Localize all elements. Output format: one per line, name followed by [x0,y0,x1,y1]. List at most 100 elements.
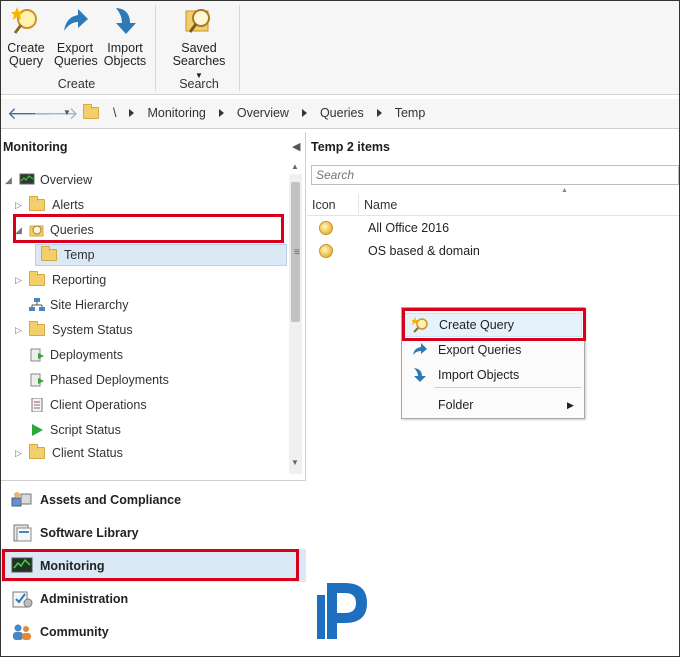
create-query-highlight-box [402,308,586,341]
workspace-administration[interactable]: Administration [1,582,306,615]
workspace-panel: Assets and Compliance Software Library M… [1,480,306,656]
search-group-label: Search [179,77,219,91]
tree-item-label: Script Status [50,423,121,437]
crumb-overview[interactable]: Overview [237,106,289,120]
workspace-label: Community [40,624,109,639]
expand-triangle-icon[interactable]: ▷ [15,325,25,336]
column-divider [358,194,359,214]
monitoring-highlight-box [2,549,299,581]
workspace-label: Assets and Compliance [40,492,182,507]
workspace-software-library[interactable]: Software Library [1,516,306,549]
import-objects-button[interactable]: Import Objects [103,5,147,68]
tree-item-phased-deployments[interactable]: Phased Deployments [29,369,169,391]
table-row[interactable]: All Office 2016 [307,217,679,239]
folder-icon [29,444,45,459]
crumb-chevron-icon[interactable] [376,109,382,117]
queries-highlight-box [13,214,284,243]
folder-icon [29,321,45,336]
tree-item-client-status[interactable]: ▷ Client Status [15,442,123,464]
row-name: All Office 2016 [368,221,450,235]
import-objects-label-2: Objects [103,54,147,68]
splitter-grip-icon[interactable]: ≡ [294,247,300,258]
tree-item-label: Phased Deployments [50,373,169,387]
workspace-community[interactable]: Community [1,615,306,648]
tree-item-system-status[interactable]: ▷ System Status [15,319,133,341]
import-objects-label-1: Import [107,41,143,55]
tree-item-label: Client Status [52,446,123,460]
sort-arrow-icon: ▲ [561,187,568,194]
forward-arrow-icon[interactable]: 🡒 [33,104,79,124]
logo-watermark-icon [317,583,367,639]
table-row[interactable]: OS based & domain [307,240,679,262]
history-dropdown-icon[interactable]: ▼ [63,108,71,117]
menu-item-folder[interactable]: Folder ▶ [404,393,582,417]
client-operations-icon [31,398,43,412]
tree-item-temp[interactable]: Temp [41,244,95,266]
menu-item-import-objects[interactable]: Import Objects [404,363,582,387]
menu-item-label: Folder [438,398,474,412]
create-query-label-2: Query [8,54,44,68]
tree-item-site-hierarchy[interactable]: Site Hierarchy [29,294,129,316]
blank-icon [411,397,429,413]
expand-triangle-icon[interactable]: ▷ [15,448,25,459]
search-input[interactable] [311,165,679,185]
crumb-monitoring[interactable]: Monitoring [147,106,205,120]
workspace-label: Software Library [40,525,139,540]
tree-item-reporting[interactable]: ▷ Reporting [15,269,106,291]
crumb-chevron-icon[interactable] [129,109,135,117]
crumb-chevron-icon[interactable] [301,109,307,117]
expand-triangle-icon[interactable]: ▷ [15,200,25,211]
tree-scrollbar[interactable]: ▲ ▼ [289,162,302,474]
saved-searches-label-1: Saved [181,41,217,55]
crumb-temp[interactable]: Temp [395,106,426,120]
tree-item-script-status[interactable]: Script Status [29,419,121,441]
menu-separator [434,387,582,388]
hierarchy-icon [29,298,45,311]
crumb-queries[interactable]: Queries [320,106,364,120]
import-arrow-icon [414,368,426,382]
create-query-icon [11,7,37,34]
tree-item-alerts[interactable]: ▷ Alerts [15,194,84,216]
collapse-pane-icon[interactable]: ◀ [292,140,300,153]
content-title: Temp 2 items [311,140,390,154]
collapse-triangle-icon[interactable]: ◢ [5,175,15,186]
create-query-button[interactable]: Create Query [6,5,46,68]
tree-item-client-operations[interactable]: Client Operations [29,394,147,416]
tree-item-label: Overview [40,173,93,187]
scroll-down-icon[interactable]: ▼ [291,458,299,467]
ribbon: Create Query Export Queries Import Objec… [1,1,679,95]
monitor-icon [19,173,35,185]
column-header-icon[interactable]: Icon [312,198,336,212]
navigation-pane: Monitoring ◀ ◢ Overview ▷ Alerts ◢ Queri… [1,132,306,656]
export-queries-button[interactable]: Export Queries [54,5,98,68]
scroll-up-icon[interactable]: ▲ [291,162,299,171]
administration-icon [12,591,33,607]
workspace-assets-and-compliance[interactable]: Assets and Compliance [1,483,306,516]
menu-item-label: Export Queries [438,343,522,357]
address-bar: 🡐 🡒 ▼ \ Monitoring Overview Queries Temp [1,99,679,129]
saved-searches-button[interactable]: Saved Searches ▼ [167,5,231,82]
import-arrow-icon [116,8,136,34]
crumb-chevron-icon[interactable] [218,109,224,117]
tree-item-label: Site Hierarchy [50,298,129,312]
menu-item-label: Import Objects [438,368,520,382]
folder-icon [29,196,45,211]
tree-item-label: Client Operations [50,398,147,412]
folder-icon [41,246,57,261]
menu-item-export-queries[interactable]: Export Queries [404,338,582,362]
tree-item-deployments[interactable]: Deployments [29,344,123,366]
create-group-label: Create [57,77,96,91]
play-icon [32,424,43,436]
context-menu: Create Query Export Queries Import Objec… [401,307,586,419]
create-query-label-1: Create [7,41,45,55]
app-window: Create Query Export Queries Import Objec… [0,0,680,657]
tree-item-label: System Status [52,323,133,337]
tree-item-overview[interactable]: ◢ Overview [5,169,92,191]
software-library-icon [13,524,32,541]
expand-triangle-icon[interactable]: ▷ [15,275,25,286]
column-header-name[interactable]: Name [364,198,397,212]
export-queries-label-2: Queries [54,54,98,68]
export-queries-label-1: Export [56,41,94,55]
submenu-arrow-icon: ▶ [567,399,574,410]
crumb-root[interactable]: \ [113,106,116,120]
